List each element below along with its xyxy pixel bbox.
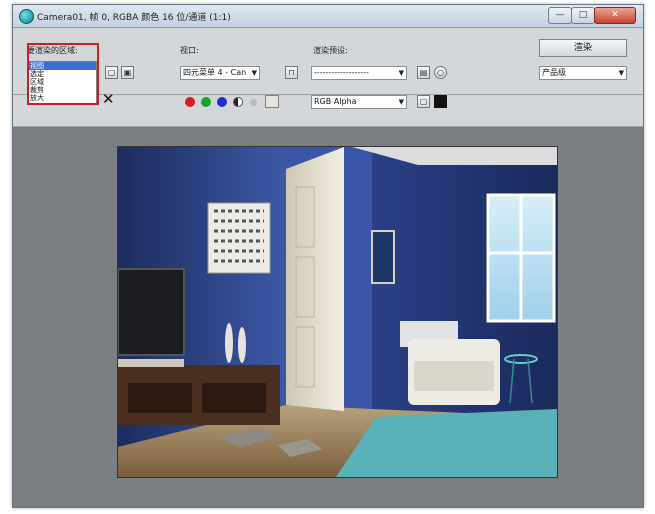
window-title: Camera01, 帧 0, RGBA 颜色 16 位/通道 (1:1)	[37, 13, 231, 23]
area-options-list[interactable]: 视图 选定 区域 裁剪 放大	[27, 61, 97, 105]
3dsmax-app-icon	[19, 9, 34, 24]
red-channel-icon[interactable]	[185, 97, 195, 107]
area-option-view[interactable]: 视图	[28, 62, 96, 70]
lock-viewport-icon[interactable]: ⊓	[285, 66, 298, 79]
render-setup-icon[interactable]: ▤	[417, 66, 430, 79]
render-button[interactable]: 渲染	[539, 39, 627, 57]
production-select[interactable]: 产品级 ▼	[539, 66, 627, 80]
maximize-button[interactable]: □	[571, 7, 595, 24]
maximize-icon: □	[578, 10, 588, 20]
rendered-image	[117, 146, 558, 478]
minimize-icon: —	[555, 10, 565, 20]
render-preset-select[interactable]: ------------------- ▼	[311, 66, 407, 80]
viewport-value: 四元菜单 4 - Can	[183, 68, 247, 77]
minimize-button[interactable]: —	[548, 7, 572, 24]
toggle-ui-icon[interactable]	[434, 95, 447, 108]
toggle-ui-overlay-icon[interactable]: ▢	[417, 95, 430, 108]
green-channel-icon[interactable]	[201, 97, 211, 107]
area-option-selected[interactable]: 选定	[28, 70, 96, 78]
swatch-color-box[interactable]	[265, 95, 279, 108]
chevron-down-icon: ▼	[251, 69, 257, 77]
production-value: 产品级	[542, 68, 566, 77]
title-bar[interactable]: Camera01, 帧 0, RGBA 颜色 16 位/通道 (1:1) — □…	[13, 5, 643, 28]
area-option-blowup[interactable]: 放大	[28, 94, 96, 102]
render-preset-label: 渲染预设:	[313, 46, 348, 55]
area-to-render-label: 要渲染的区域:	[27, 46, 78, 55]
auto-region-icon[interactable]: ▣	[121, 66, 134, 79]
viewport-select[interactable]: 四元菜单 4 - Can ▼	[180, 66, 260, 80]
render-frame-window: Camera01, 帧 0, RGBA 颜色 16 位/通道 (1:1) — □…	[12, 4, 644, 508]
display-channel-value: RGB Alpha	[314, 97, 357, 106]
display-channel-select[interactable]: RGB Alpha ▼	[311, 95, 407, 109]
clear-icon[interactable]: ✕	[102, 90, 115, 108]
chevron-down-icon: ▼	[618, 69, 624, 77]
chevron-down-icon: ▼	[398, 98, 404, 106]
environment-icon[interactable]: ○	[434, 66, 447, 79]
area-option-crop[interactable]: 裁剪	[28, 86, 96, 94]
rendered-room-scene	[118, 147, 557, 477]
alpha-channel-icon[interactable]	[233, 97, 243, 107]
render-preset-value: -------------------	[314, 68, 369, 77]
close-button[interactable]: ✕	[594, 7, 636, 24]
blue-channel-icon[interactable]	[217, 97, 227, 107]
render-toolbar: 要渲染的区域: 视图 ▼ ▢ ▣ 视口: 四元菜单 4 - Can ▼ ⊓ 渲染…	[13, 28, 643, 127]
area-option-region[interactable]: 区域	[28, 78, 96, 86]
mono-channel-icon[interactable]	[250, 99, 257, 106]
edit-region-icon[interactable]: ▢	[105, 66, 118, 79]
close-icon: ✕	[611, 10, 619, 20]
viewport-label: 视口:	[180, 46, 199, 55]
chevron-down-icon: ▼	[398, 69, 404, 77]
